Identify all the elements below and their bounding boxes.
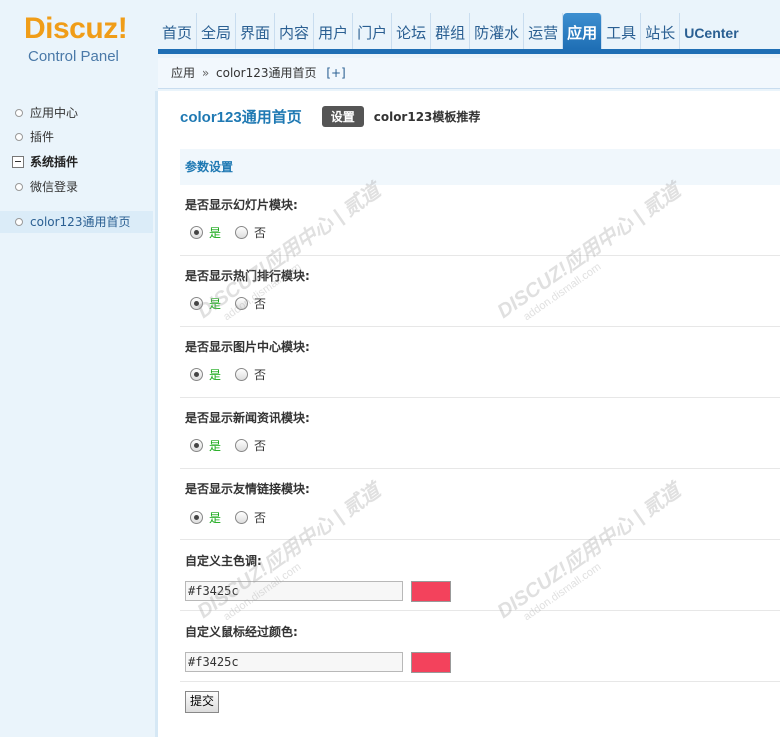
main-color-swatch[interactable] — [411, 581, 451, 602]
nav-item-forum[interactable]: 论坛 — [392, 13, 432, 49]
nav-item-home[interactable]: 首页 — [158, 13, 198, 49]
nav-item-admin[interactable]: 站长 — [641, 13, 681, 49]
radio-no-label[interactable]: 否 — [254, 295, 266, 312]
nav-item-apps[interactable]: 应用 — [563, 13, 603, 49]
sidebar-group-system-plugins[interactable]: 系统插件 — [0, 151, 153, 173]
radio-yes[interactable] — [190, 510, 203, 524]
radio-no[interactable] — [235, 438, 249, 452]
radio-group-news: 是 否 — [190, 437, 266, 453]
radio-no-label[interactable]: 否 — [254, 509, 266, 526]
radio-group-slideshow: 是 否 — [190, 224, 266, 240]
radio-yes[interactable] — [190, 225, 203, 239]
field-label-slideshow: 是否显示幻灯片模块: — [185, 198, 298, 212]
sidebar-item-plugins[interactable]: 插件 — [0, 126, 153, 148]
field-label-image-center: 是否显示图片中心模块: — [185, 340, 310, 354]
logo-brand: Discuz! — [24, 12, 128, 45]
sidebar: 应用中心 插件 系统插件 微信登录 color123通用首页 — [0, 91, 158, 737]
nav-item-content[interactable]: 内容 — [275, 13, 315, 49]
nav-item-global[interactable]: 全局 — [197, 13, 237, 49]
nav-item-users[interactable]: 用户 — [314, 13, 354, 49]
nav-item-ucenter[interactable]: UCenter — [680, 13, 742, 49]
main-color-input[interactable]: #f3425c — [185, 581, 403, 601]
nav-item-tools[interactable]: 工具 — [602, 13, 642, 49]
page-header: color123通用首页 设置 color123模板推荐 — [180, 105, 480, 127]
sidebar-item-color123-home[interactable]: color123通用首页 — [0, 211, 153, 233]
sidebar-item-wechat-login[interactable]: 微信登录 — [0, 176, 153, 198]
radio-group-image-center: 是 否 — [190, 366, 266, 382]
nav-item-interface[interactable]: 界面 — [236, 13, 276, 49]
divider — [180, 610, 780, 611]
divider — [180, 397, 780, 398]
nav-item-groups[interactable]: 群组 — [431, 13, 471, 49]
radio-yes[interactable] — [190, 296, 203, 310]
main-content: color123通用首页 设置 color123模板推荐 参数设置 是否显示幻灯… — [158, 91, 780, 737]
sidebar-item-label: 应用中心 — [30, 106, 79, 120]
tab-settings[interactable]: 设置 — [321, 105, 364, 127]
radio-no[interactable] — [235, 225, 249, 239]
nav-item-portal[interactable]: 门户 — [353, 13, 393, 49]
sidebar-group-label: 系统插件 — [30, 155, 79, 169]
breadcrumb-current: color123通用首页 — [216, 66, 317, 80]
field-label-hot-ranking: 是否显示热门排行模块: — [185, 269, 310, 283]
collapse-icon[interactable] — [12, 156, 24, 168]
divider — [180, 326, 780, 327]
radio-no[interactable] — [235, 296, 249, 310]
radio-yes-label[interactable]: 是 — [209, 509, 221, 526]
tab-template-recommend[interactable]: color123模板推荐 — [374, 108, 481, 125]
divider — [180, 681, 780, 682]
breadcrumb: 应用 » color123通用首页 [+] — [158, 58, 780, 89]
breadcrumb-root[interactable]: 应用 — [171, 66, 195, 80]
field-label-main-color: 自定义主色调: — [185, 554, 262, 568]
add-shortcut-button[interactable]: [+] — [326, 66, 345, 80]
top-nav: 首页 全局 界面 内容 用户 门户 论坛 群组 防灌水 运营 应用 工具 站长 … — [158, 13, 743, 49]
section-title: 参数设置 — [180, 149, 780, 185]
radio-yes-label[interactable]: 是 — [209, 224, 221, 241]
nav-item-operations[interactable]: 运营 — [524, 13, 564, 49]
field-label-hover-color: 自定义鼠标经过颜色: — [185, 625, 298, 639]
nav-item-antispam[interactable]: 防灌水 — [470, 13, 525, 49]
radio-no-label[interactable]: 否 — [254, 437, 266, 454]
nav-underline — [158, 49, 780, 54]
radio-yes-label[interactable]: 是 — [209, 295, 221, 312]
bullet-icon — [15, 109, 23, 117]
field-label-friend-links: 是否显示友情链接模块: — [185, 482, 310, 496]
divider — [180, 468, 780, 469]
radio-yes-label[interactable]: 是 — [209, 437, 221, 454]
radio-no[interactable] — [235, 367, 249, 381]
radio-no-label[interactable]: 否 — [254, 224, 266, 241]
radio-no[interactable] — [235, 510, 249, 524]
bullet-icon — [15, 133, 23, 141]
header: Discuz! Control Panel 首页 全局 界面 内容 用户 门户 … — [0, 0, 780, 91]
radio-yes-label[interactable]: 是 — [209, 366, 221, 383]
sidebar-item-app-center[interactable]: 应用中心 — [0, 102, 153, 124]
logo[interactable]: Discuz! Control Panel — [0, 0, 158, 91]
radio-group-hot-ranking: 是 否 — [190, 295, 266, 311]
sidebar-item-label: 插件 — [30, 130, 55, 144]
hover-color-input[interactable]: #f3425c — [185, 652, 403, 672]
submit-button[interactable]: 提交 — [185, 691, 220, 713]
page-title: color123通用首页 — [180, 108, 302, 126]
radio-no-label[interactable]: 否 — [254, 366, 266, 383]
hover-color-swatch[interactable] — [411, 652, 451, 673]
field-label-news: 是否显示新闻资讯模块: — [185, 411, 310, 425]
divider — [180, 539, 780, 540]
bullet-icon — [15, 218, 23, 226]
radio-group-friend-links: 是 否 — [190, 509, 266, 525]
breadcrumb-separator: » — [201, 66, 210, 80]
radio-yes[interactable] — [190, 367, 203, 381]
radio-yes[interactable] — [190, 438, 203, 452]
sidebar-item-label: 微信登录 — [30, 180, 79, 194]
divider — [180, 255, 780, 256]
sidebar-item-label: color123通用首页 — [30, 215, 131, 229]
logo-subtitle: Control Panel — [28, 48, 119, 65]
bullet-icon — [15, 183, 23, 191]
